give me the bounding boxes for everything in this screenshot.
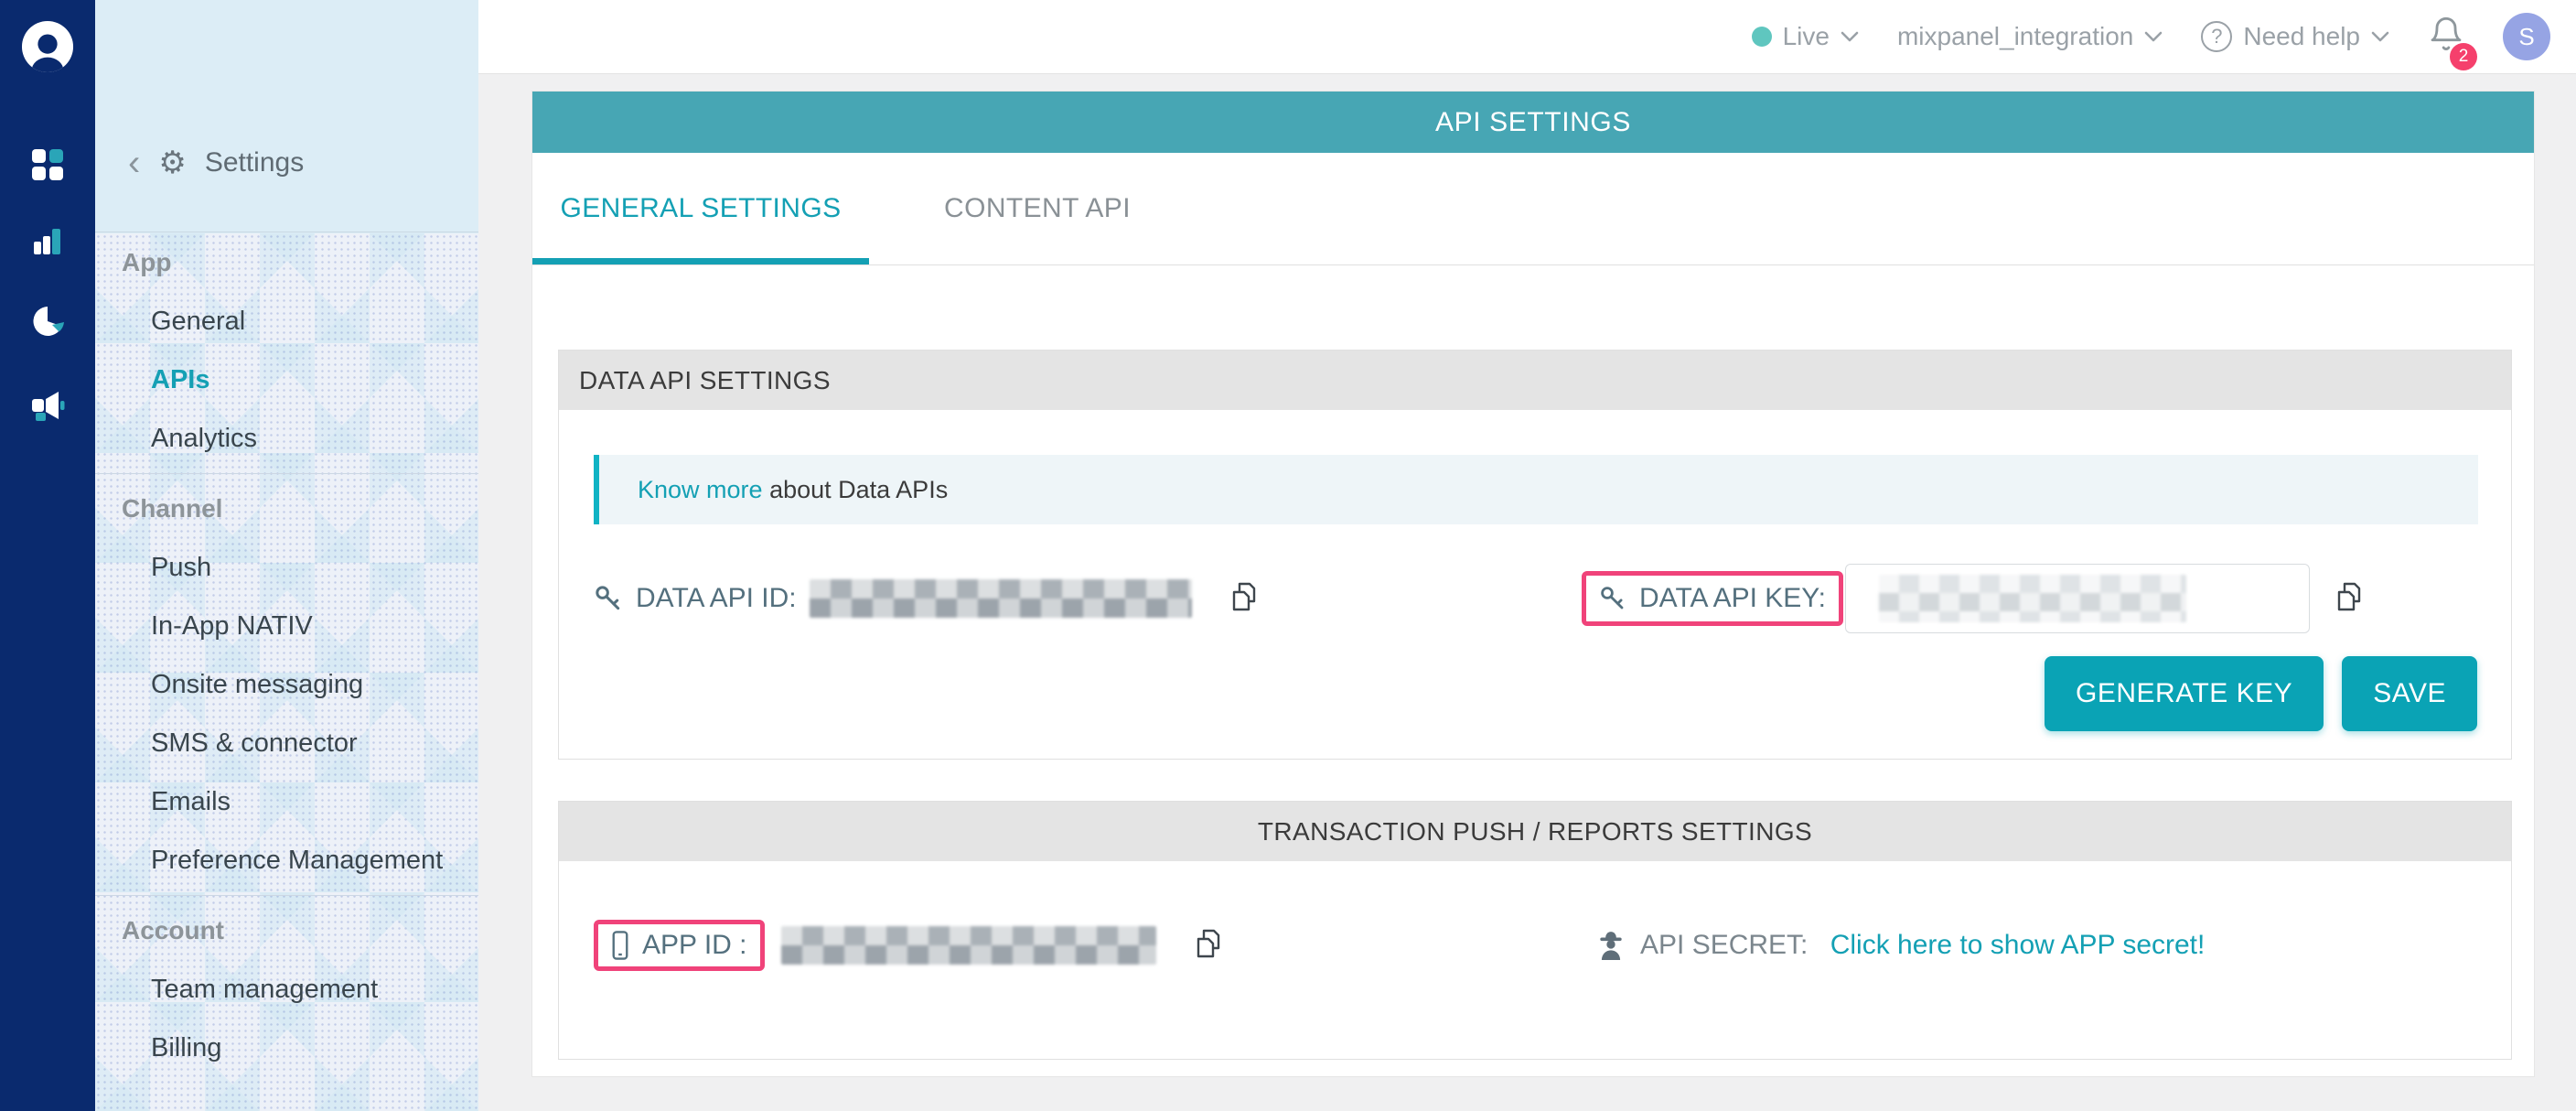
section-header: TRANSACTION PUSH / REPORTS SETTINGS: [559, 802, 2511, 861]
data-api-key-input[interactable]: [1845, 564, 2310, 633]
brand-logo-icon[interactable]: [21, 20, 74, 78]
sidebar-menu: App General APIs Analytics Channel Push …: [95, 233, 478, 1111]
sidebar-divider: [95, 473, 478, 474]
secret-agent-icon: [1596, 930, 1626, 961]
tab-content-api[interactable]: CONTENT API: [869, 153, 1206, 264]
sidebar-header: ‹ ⚙ Settings: [95, 0, 478, 232]
sidebar-divider: [95, 895, 478, 896]
settings-sidebar: ‹ ⚙ Settings App General APIs Analytics …: [95, 0, 478, 1111]
tab-bar: GENERAL SETTINGS CONTENT API: [532, 153, 2534, 265]
data-api-key-value-redacted: [1879, 575, 2186, 622]
action-buttons: GENERATE KEY SAVE: [2045, 656, 2477, 731]
dashboard-grid-icon[interactable]: [32, 149, 63, 185]
sidebar-section-channel: Channel: [95, 480, 478, 538]
analytics-bar-chart-icon[interactable]: [33, 226, 62, 260]
api-secret-label: API SECRET:: [1640, 930, 1816, 961]
sidebar-item-inapp-nativ[interactable]: In-App NATIV: [95, 597, 478, 655]
api-secret-field: API SECRET: Click here to show APP secre…: [1596, 920, 2205, 971]
project-switcher[interactable]: mixpanel_integration: [1897, 22, 2163, 51]
chevron-down-icon: [2371, 31, 2389, 43]
copy-icon[interactable]: [1229, 581, 1260, 616]
api-credentials-row: DATA API ID: DATA API KEY:: [594, 560, 2478, 637]
megaphone-icon[interactable]: [30, 389, 65, 426]
infobar-text: about Data APIs: [763, 476, 949, 504]
help-icon: ?: [2201, 21, 2232, 52]
chevron-down-icon: [1841, 31, 1859, 43]
gear-icon: ⚙: [158, 147, 186, 178]
transaction-push-reports-section: TRANSACTION PUSH / REPORTS SETTINGS APP …: [558, 801, 2512, 1060]
live-label: Live: [1783, 22, 1830, 51]
help-label: Need help: [2243, 22, 2360, 51]
know-more-infobar: Know more about Data APIs: [594, 455, 2478, 524]
data-api-key-field: DATA API KEY:: [1582, 560, 2365, 637]
back-chevron-icon[interactable]: ‹: [128, 149, 140, 177]
app-id-field: APP ID :: [594, 920, 1224, 971]
key-icon: [594, 584, 623, 613]
sidebar-item-onsite-messaging[interactable]: Onsite messaging: [95, 655, 478, 714]
data-api-key-highlight: DATA API KEY:: [1582, 571, 1843, 626]
tab-general-settings[interactable]: GENERAL SETTINGS: [532, 153, 869, 264]
user-avatar[interactable]: S: [2503, 13, 2550, 60]
live-status-dot: [1752, 27, 1772, 47]
save-button[interactable]: SAVE: [2342, 656, 2477, 731]
data-api-id-value-redacted: [810, 579, 1192, 618]
mobile-phone-icon: [611, 930, 629, 961]
notification-badge: 2: [2450, 43, 2477, 70]
chevron-down-icon: [2144, 31, 2163, 43]
data-api-id-field: DATA API ID:: [594, 579, 1260, 618]
sidebar-item-emails[interactable]: Emails: [95, 772, 478, 831]
section-header: DATA API SETTINGS: [559, 351, 2511, 410]
sidebar-item-preference-management[interactable]: Preference Management: [95, 831, 478, 890]
data-api-key-label: DATA API KEY:: [1639, 583, 1826, 614]
key-icon: [1599, 585, 1626, 612]
app-id-value-redacted: [781, 926, 1156, 965]
notifications-bell[interactable]: 2: [2428, 15, 2464, 59]
app-id-highlight: APP ID :: [594, 920, 765, 971]
generate-key-button[interactable]: GENERATE KEY: [2045, 656, 2324, 731]
data-api-settings-section: DATA API SETTINGS Know more about Data A…: [558, 350, 2512, 760]
data-api-id-label: DATA API ID:: [636, 583, 797, 614]
sidebar-section-app: App: [95, 233, 478, 292]
copy-icon[interactable]: [1193, 928, 1224, 963]
help-menu[interactable]: ? Need help: [2201, 21, 2389, 52]
sidebar-title: Settings: [205, 147, 304, 178]
transaction-credentials-row: APP ID : API SECRET: C: [594, 920, 2478, 971]
sidebar-item-team-management[interactable]: Team management: [95, 960, 478, 1019]
app-rail: [0, 0, 95, 1111]
know-more-link[interactable]: Know more: [638, 476, 763, 504]
copy-icon[interactable]: [2334, 581, 2365, 616]
top-bar: Live mixpanel_integration ? Need help 2 …: [478, 0, 2576, 74]
sidebar-item-analytics[interactable]: Analytics: [95, 409, 478, 468]
project-name: mixpanel_integration: [1897, 22, 2133, 51]
sidebar-section-account: Account: [95, 901, 478, 960]
sidebar-item-push[interactable]: Push: [95, 538, 478, 597]
environment-switcher[interactable]: Live: [1752, 22, 1859, 51]
sidebar-item-sms-connector[interactable]: SMS & connector: [95, 714, 478, 772]
page-title: API SETTINGS: [532, 92, 2534, 153]
sidebar-item-billing[interactable]: Billing: [95, 1019, 478, 1077]
sidebar-item-general[interactable]: General: [95, 292, 478, 351]
app-id-label: APP ID :: [642, 930, 747, 961]
pie-chart-icon[interactable]: [31, 305, 64, 342]
show-app-secret-link[interactable]: Click here to show APP secret!: [1830, 930, 2206, 961]
api-settings-card: API SETTINGS GENERAL SETTINGS CONTENT AP…: [532, 92, 2534, 1076]
sidebar-item-apis[interactable]: APIs: [95, 351, 478, 409]
